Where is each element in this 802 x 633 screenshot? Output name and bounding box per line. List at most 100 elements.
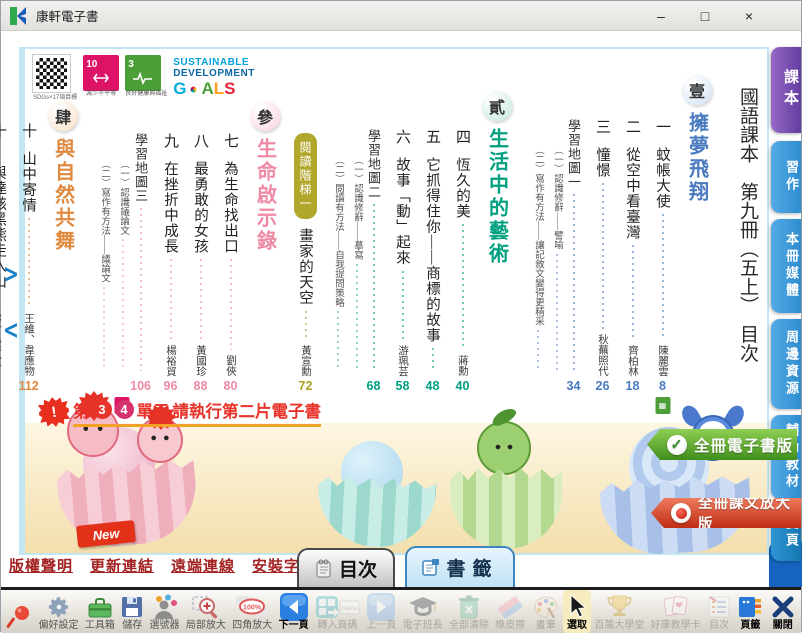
qr-caption: SDGs×17項目標 xyxy=(33,92,77,101)
dotted-leader xyxy=(230,259,232,350)
toolbox-icon xyxy=(87,593,113,620)
lesson-number: 二 xyxy=(622,119,643,135)
toolbar-class-leader[interactable]: 電子班長 xyxy=(399,590,445,633)
toc-lesson[interactable]: 五它抓得住你——商標的故事48 xyxy=(422,129,443,393)
learning-map-entry[interactable]: 學習地圖二68（一）認識修辭——摹寫（二）閱讀有方法——自我提問策略 xyxy=(326,129,383,393)
zoom-corners-icon: 100% xyxy=(235,593,269,620)
side-tab-1[interactable]: 課本 xyxy=(771,47,801,133)
unit-header: 貳生活中的藝術 xyxy=(482,63,512,393)
toolbar-prev-page[interactable]: 上一頁 xyxy=(363,590,399,633)
clear-all-icon xyxy=(457,593,481,620)
page-number: 26 xyxy=(596,379,610,393)
toolbar-zoom-corners[interactable]: 100%四角放大 xyxy=(229,590,275,633)
toolbar-goto-page[interactable]: menu轉入頁碼 xyxy=(312,590,363,633)
footer-link-1[interactable]: 版權聲明 xyxy=(9,555,73,576)
page-number: 88 xyxy=(194,379,208,393)
toolbar-close-x[interactable]: 關閉 xyxy=(767,590,799,633)
toolbar-label: 上一頁 xyxy=(366,620,396,631)
toc-lesson[interactable]: 六故事「動」起來游珮芸58 xyxy=(392,129,413,393)
minimize-button[interactable]: – xyxy=(639,8,683,24)
toc-lesson[interactable]: 三憧憬秋蕪照代26 xyxy=(592,119,613,393)
sdg-badge-3-caption: 良好健康與福祉 xyxy=(125,91,167,98)
maximize-button[interactable]: □ xyxy=(683,8,727,24)
reading-ladder-entry[interactable]: 閱讀階梯一畫家的天空黃宣勳72 xyxy=(294,133,317,393)
toolbar-label: 選號器 xyxy=(150,620,180,631)
toc-lesson[interactable]: 一蚊帳大使陳麗雲8▦ xyxy=(652,119,673,393)
toc-lesson[interactable]: 二從空中看臺灣齊柏林18 xyxy=(622,119,643,393)
lesson-number: 三 xyxy=(592,119,613,135)
lesson-title: 山中寄情 xyxy=(18,151,39,213)
toolbar-toolbox[interactable]: 工具箱 xyxy=(82,590,118,633)
toolbar-picker[interactable]: 選號器 xyxy=(146,590,182,633)
toolbar-trophy[interactable]: 百萬大學堂 xyxy=(591,590,647,633)
side-tab-2[interactable]: 習作 xyxy=(771,141,801,213)
toolbar-label: 全部清除 xyxy=(449,620,489,631)
eraser-icon xyxy=(496,593,524,620)
sdg-goals-wordmark: GALS xyxy=(173,79,255,99)
side-tab-4[interactable]: 周邊資源 xyxy=(771,319,801,409)
unit-header: 壹擁夢飛翔 xyxy=(682,63,712,393)
learning-map-subitem: （二）閱讀有方法——自我提問策略 xyxy=(331,155,345,375)
toc-lesson[interactable]: 八最勇敢的女孩黃國珍88 xyxy=(190,133,211,393)
disc-notice: ! 第 3 4 單元 請執行第二片電子書 xyxy=(39,397,321,427)
toolbar-clear-all[interactable]: 全部清除 xyxy=(446,590,492,633)
exclaim-burst-icon: ! xyxy=(37,395,71,429)
dotted-leader xyxy=(200,259,202,340)
lesson-title: 它抓得住你——商標的故事 xyxy=(422,157,443,343)
learning-map-subitem: （一）認識修辭——譬喻 xyxy=(550,145,564,375)
side-tab-3[interactable]: 本冊媒體 xyxy=(771,219,801,313)
toc-lesson[interactable]: 七為生命找出口劉俠80 xyxy=(220,133,241,393)
lesson-author: 齊柏林 xyxy=(625,345,640,377)
footer-link-2[interactable]: 更新連結 xyxy=(90,555,154,576)
page-number: 40 xyxy=(456,379,470,393)
learning-map-label: 學習地圖一 xyxy=(564,119,583,189)
page-back-arrow[interactable]: < xyxy=(3,316,17,343)
unit-badge: 壹 xyxy=(682,75,712,105)
record-dot-icon xyxy=(671,503,691,523)
zoom-local-icon xyxy=(192,593,219,620)
tab-toc[interactable]: 目次 xyxy=(297,548,395,587)
dotted-leader xyxy=(462,224,464,350)
toolbar-toc-list[interactable]: 目次 xyxy=(704,590,734,633)
learning-map-entry[interactable]: 學習地圖一34（一）認識修辭——譬喻（二）寫作有方法——讓記敘文變得更精采 xyxy=(526,119,583,393)
dotted-leader xyxy=(662,214,664,340)
page-forward-arrow[interactable]: > xyxy=(3,260,17,287)
toolbar-pin[interactable] xyxy=(3,590,35,633)
footer-link-3[interactable]: 遠端連線 xyxy=(171,555,235,576)
dotted-leader xyxy=(305,311,307,340)
toc-lesson[interactable]: 九在挫折中成長楊裕貿96 xyxy=(160,133,181,393)
green-shell xyxy=(450,465,562,549)
toc-lesson[interactable]: 十一與達駭黑熊走入山林乜寇．索克魯曼122 xyxy=(0,123,9,393)
enlarged-text-button[interactable]: 全冊課文放大版 xyxy=(651,498,801,528)
toolbar-label: 好康教學卡 xyxy=(651,620,701,631)
close-button[interactable]: × xyxy=(727,8,771,24)
sdg-stamp: ▦ xyxy=(655,397,670,414)
close-x-icon xyxy=(770,593,796,620)
lesson-title: 恆久的美 xyxy=(452,157,473,219)
learning-map-subitem: （一）認識修辭——摹寫 xyxy=(350,155,364,375)
unit-title: 生活中的藝術 xyxy=(483,128,512,266)
notice-text: 請執行第二片電子書 xyxy=(173,398,322,422)
toolbar-brush[interactable]: 畫筆 xyxy=(528,590,562,633)
lesson-author: 秋蕪照代 xyxy=(595,334,610,376)
lesson-title: 從空中看臺灣 xyxy=(622,147,643,240)
toolbar-cursor[interactable]: 選取 xyxy=(563,590,591,633)
tab-bookmarks[interactable]: 書籤 xyxy=(405,546,515,587)
toolbar-page-tabs[interactable]: 頁籤 xyxy=(734,590,766,633)
toc-lesson[interactable]: 十山中寄情王維、韋應物112 xyxy=(18,123,39,393)
toolbar-gear[interactable]: 偏好設定 xyxy=(35,590,81,633)
dotted-leader xyxy=(602,183,604,329)
toc-lesson[interactable]: 四恆久的美蔣勳40 xyxy=(452,129,473,393)
toolbar-teach-cards[interactable]: 好康教學卡 xyxy=(648,590,704,633)
toolbar-eraser[interactable]: 橡皮擦 xyxy=(492,590,528,633)
learning-map-entry[interactable]: 學習地圖三106▦（一）認識議論文（二）寫作有方法——議論文 xyxy=(92,133,151,393)
sdg-badge-10: 10 xyxy=(83,55,119,91)
enlarged-text-label: 全冊課文放大版 xyxy=(698,492,801,534)
toolbar-label: 橡皮擦 xyxy=(495,620,525,631)
toolbar-zoom-local[interactable]: 局部放大 xyxy=(183,590,229,633)
toolbar-save[interactable]: 儲存 xyxy=(118,590,146,633)
full-ebook-button[interactable]: ✓ 全冊電子書版 xyxy=(647,429,797,460)
dotted-leader xyxy=(573,194,575,371)
page-number: 58 xyxy=(396,379,410,393)
toolbar-next-page[interactable]: 下一頁 xyxy=(275,590,311,633)
